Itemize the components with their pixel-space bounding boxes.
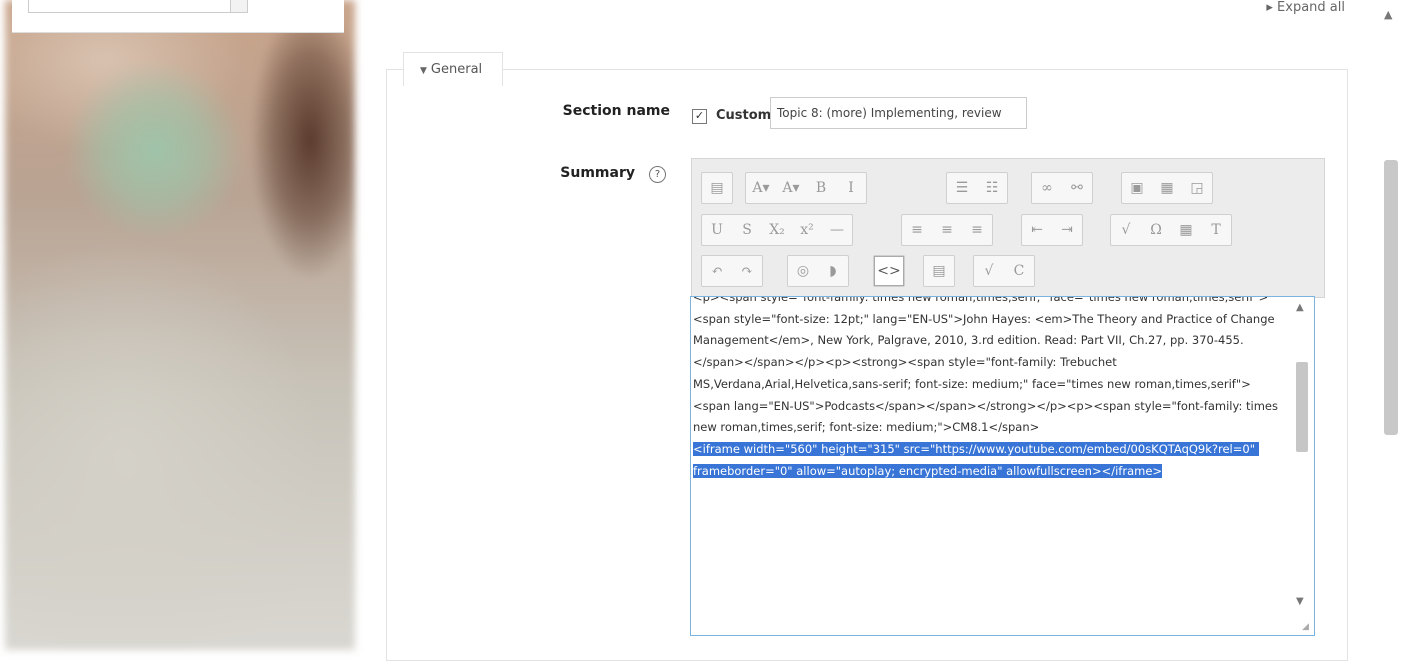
- redo-icon[interactable]: ↷: [732, 256, 762, 286]
- html-source-editor[interactable]: <p><span style="font-family: times new r…: [690, 296, 1315, 636]
- editor-text-selected: <iframe width="560" height="315" src="ht…: [693, 441, 1259, 478]
- help-icon[interactable]: ?: [649, 166, 666, 183]
- page-scroll-up-icon[interactable]: ▲: [1384, 8, 1392, 21]
- special-char-icon[interactable]: Ω: [1141, 215, 1171, 245]
- font-size-icon[interactable]: A▾: [746, 173, 776, 203]
- equation-icon[interactable]: √: [1111, 215, 1141, 245]
- bullet-list-icon[interactable]: ☰: [947, 173, 977, 203]
- editor-content[interactable]: <p><span style="font-family: times new r…: [693, 297, 1278, 482]
- numbered-list-icon[interactable]: ☷: [977, 173, 1007, 203]
- expand-all-link[interactable]: ▸ Expand all: [1266, 0, 1345, 15]
- media-icon[interactable]: ▦: [1152, 173, 1182, 203]
- save-icon[interactable]: ▤: [702, 173, 732, 203]
- align-right-icon[interactable]: ≡: [962, 215, 992, 245]
- editor-scrollbar[interactable]: [1296, 362, 1308, 452]
- search-input[interactable]: [28, 0, 248, 13]
- editor-scroll-down-icon[interactable]: ▼: [1296, 596, 1304, 607]
- general-legend-label: General: [430, 62, 483, 77]
- cloze-icon[interactable]: C: [1004, 256, 1034, 286]
- horizontal-rule-icon[interactable]: —: [822, 215, 852, 245]
- align-center-icon[interactable]: ≡: [932, 215, 962, 245]
- image-icon[interactable]: ▣: [1122, 173, 1152, 203]
- custom-label: Custom: [716, 108, 772, 123]
- indent-icon[interactable]: ⇥: [1052, 215, 1082, 245]
- outdent-icon[interactable]: ⇤: [1022, 215, 1052, 245]
- general-section-toggle[interactable]: ▼ General: [403, 52, 503, 86]
- bold-icon[interactable]: B: [806, 173, 836, 203]
- section-name-label: Section name: [562, 103, 670, 119]
- undo-icon[interactable]: ↶: [702, 256, 732, 286]
- underline-icon[interactable]: U: [702, 215, 732, 245]
- link-icon[interactable]: ∞: [1032, 173, 1062, 203]
- superscript-icon[interactable]: x²: [792, 215, 822, 245]
- spellcheck-icon[interactable]: √: [974, 256, 1004, 286]
- italic-icon[interactable]: I: [836, 173, 866, 203]
- editor-scroll-up-icon[interactable]: ▲: [1296, 302, 1304, 313]
- screenreader-helper-icon[interactable]: ◗: [818, 256, 848, 286]
- manage-files-icon[interactable]: ◲: [1182, 173, 1212, 203]
- font-color-icon[interactable]: A▾: [776, 173, 806, 203]
- editor-text-unselected: <p><span style="font-family: times new r…: [693, 296, 1278, 435]
- page-scrollbar[interactable]: [1384, 160, 1398, 435]
- top-panel: [12, 0, 344, 33]
- expand-all-label: Expand all: [1277, 0, 1345, 15]
- unlink-icon[interactable]: ⚯: [1062, 173, 1092, 203]
- section-name-input[interactable]: Topic 8: (more) Implementing, review: [770, 97, 1027, 129]
- background-photo: [5, 0, 355, 650]
- clear-format-icon[interactable]: T: [1201, 215, 1231, 245]
- paste-text-icon[interactable]: ▤: [924, 256, 954, 286]
- resize-handle-icon[interactable]: ◢: [1302, 622, 1309, 632]
- table-icon[interactable]: ▦: [1171, 215, 1201, 245]
- accessibility-checker-icon[interactable]: ◎: [788, 256, 818, 286]
- summary-label: Summary: [560, 165, 635, 181]
- strikethrough-icon[interactable]: S: [732, 215, 762, 245]
- custom-checkbox[interactable]: ✓: [692, 109, 707, 124]
- html-source-icon[interactable]: <>: [874, 256, 904, 286]
- align-left-icon[interactable]: ≡: [902, 215, 932, 245]
- subscript-icon[interactable]: X₂: [762, 215, 792, 245]
- editor-toolbar: ▤ A▾ A▾ B I ☰ ☷ ∞ ⚯ ▣ ▦ ◲ U S X₂ x² — ≡ …: [691, 158, 1325, 298]
- search-button[interactable]: [230, 0, 247, 12]
- collapse-triangle-icon: ▼: [420, 66, 427, 76]
